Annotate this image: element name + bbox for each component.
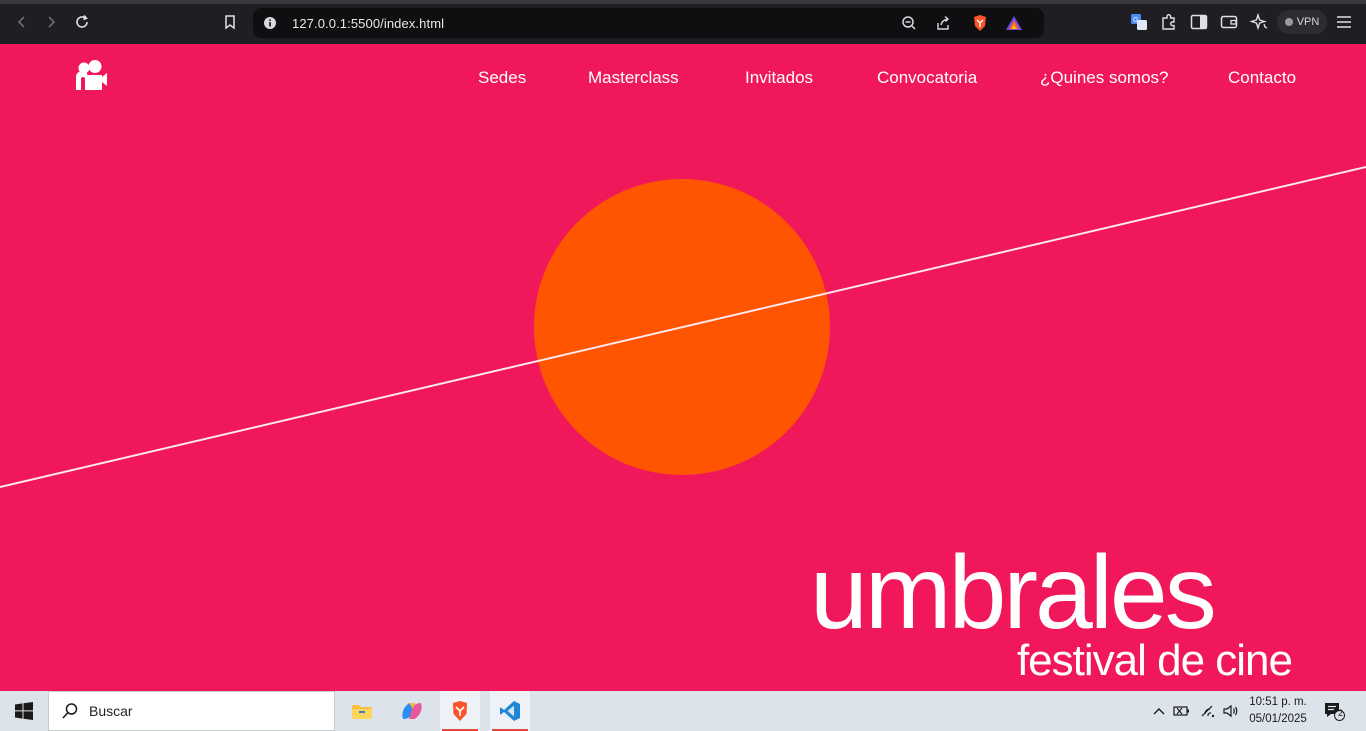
nav-masterclass[interactable]: Masterclass	[588, 68, 679, 88]
speaker-icon	[1223, 704, 1238, 718]
copilot-app[interactable]	[392, 691, 432, 731]
nav-convocatoria[interactable]: Convocatoria	[877, 68, 977, 88]
clock-time: 10:51 p. m.	[1249, 696, 1307, 708]
vscode-app[interactable]	[490, 691, 530, 731]
network-tray-icon[interactable]	[1198, 691, 1220, 731]
search-label: Buscar	[89, 703, 133, 719]
battery-icon	[1173, 706, 1189, 716]
copilot-icon	[402, 703, 422, 719]
brave-lion-icon	[453, 701, 467, 721]
search-icon	[62, 703, 78, 719]
bookmark-button[interactable]	[220, 12, 240, 32]
svg-text:G: G	[1133, 17, 1138, 24]
bookmark-icon	[225, 15, 235, 30]
translate-icon[interactable]: G	[1129, 12, 1149, 32]
clock-date: 05/01/2025	[1249, 713, 1307, 725]
vscode-icon	[500, 701, 520, 721]
share-icon[interactable]	[934, 14, 952, 32]
browser-toolbar: 127.0.0.1:5500/index.html G VPN	[0, 0, 1366, 44]
site-logo-icon[interactable]	[74, 60, 108, 92]
festival-brand: umbrales festival de cine	[810, 539, 1300, 689]
battery-tray-icon[interactable]	[1172, 691, 1192, 731]
extensions-icon[interactable]	[1159, 12, 1179, 32]
windows-taskbar: Buscar 10:51 p. m. 05/01/2025 2	[0, 691, 1366, 731]
reload-button[interactable]	[72, 12, 92, 32]
start-button[interactable]	[0, 691, 48, 731]
wallet-icon[interactable]	[1219, 12, 1239, 32]
brand-wordmark: umbrales	[810, 535, 1217, 651]
back-button[interactable]	[12, 12, 32, 32]
notification-count: 2	[1337, 708, 1343, 718]
reload-icon	[76, 14, 88, 28]
web-page: Sedes Masterclass Invitados Convocatoria…	[0, 44, 1366, 691]
address-bar[interactable]: 127.0.0.1:5500/index.html	[253, 8, 1044, 38]
forward-arrow-icon	[48, 16, 56, 28]
taskbar-search[interactable]: Buscar	[48, 691, 335, 731]
forward-button[interactable]	[41, 12, 61, 32]
sidebar-icon[interactable]	[1189, 12, 1209, 32]
menu-icon[interactable]	[1334, 12, 1354, 32]
chevron-up-icon	[1153, 708, 1165, 715]
brave-browser-app[interactable]	[440, 691, 480, 731]
vpn-label: VPN	[1296, 16, 1320, 28]
taskbar-clock[interactable]: 10:51 p. m. 05/01/2025	[1244, 694, 1312, 728]
vpn-button[interactable]: VPN	[1277, 10, 1327, 34]
nav-contacto[interactable]: Contacto	[1228, 68, 1296, 88]
leo-ai-icon[interactable]	[1249, 12, 1269, 32]
address-url[interactable]: 127.0.0.1:5500/index.html	[292, 16, 444, 31]
nav-invitados[interactable]: Invitados	[745, 68, 813, 88]
file-explorer-app[interactable]	[342, 691, 382, 731]
wifi-icon	[1201, 705, 1215, 718]
zoom-out-icon[interactable]	[900, 14, 918, 32]
brand-subtitle: festival de cine	[1016, 636, 1293, 685]
volume-tray-icon[interactable]	[1220, 691, 1242, 731]
nav-sedes[interactable]: Sedes	[478, 68, 526, 88]
show-hidden-icons-button[interactable]	[1150, 691, 1168, 731]
notification-center-button[interactable]: 2	[1322, 691, 1346, 731]
nav-quienes-somos[interactable]: ¿Quines somos?	[1040, 68, 1169, 88]
brave-shields-icon[interactable]	[971, 14, 989, 32]
vpn-status-dot-icon	[1284, 18, 1293, 26]
site-info-icon[interactable]	[261, 14, 279, 32]
brave-rewards-icon[interactable]	[1005, 14, 1023, 32]
folder-icon	[352, 705, 372, 719]
windows-logo-icon	[15, 702, 33, 720]
back-arrow-icon	[17, 16, 25, 28]
